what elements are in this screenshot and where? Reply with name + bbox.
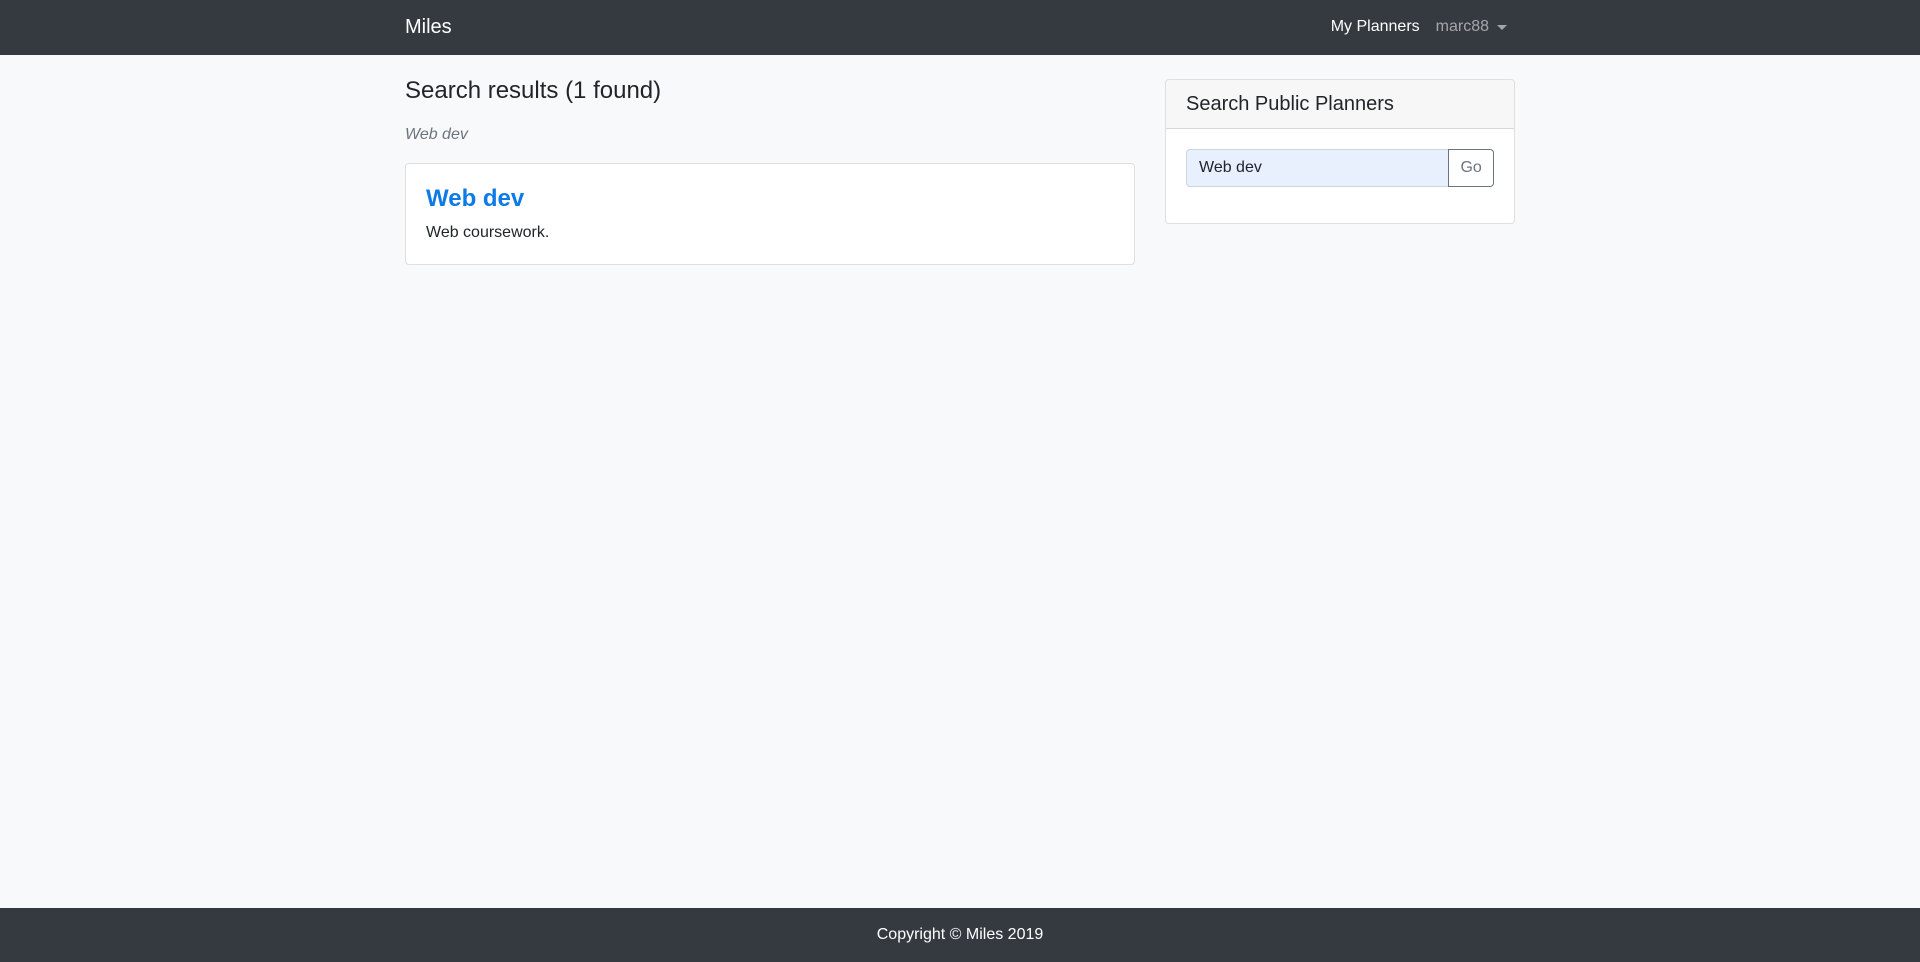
my-planners-link[interactable]: My Planners — [1331, 17, 1420, 37]
user-menu-toggle[interactable]: marc88 — [1436, 17, 1507, 37]
username-label: marc88 — [1435, 18, 1489, 35]
result-description: Web coursework. — [426, 224, 550, 241]
page-title: Search results (1 found) — [405, 77, 662, 104]
brand-link[interactable]: Miles — [405, 15, 452, 39]
search-input-group: Go — [1186, 149, 1494, 187]
search-card-header: Search Public Planners — [1166, 80, 1514, 129]
caret-down-icon — [1497, 24, 1507, 30]
result-card: Web dev Web coursework. — [405, 163, 1135, 265]
nav-right: My Planners marc88 — [1331, 17, 1507, 37]
copyright-text: Copyright © Miles 2019 — [876, 926, 1044, 943]
go-button[interactable]: Go — [1448, 149, 1494, 187]
search-input[interactable] — [1186, 149, 1449, 187]
footer: Copyright © Miles 2019 — [0, 908, 1920, 962]
search-planners-card: Search Public Planners Go — [1165, 79, 1515, 224]
result-title-link[interactable]: Web dev — [426, 184, 1114, 214]
search-card-body: Go — [1166, 129, 1514, 207]
search-query-text: Web dev — [405, 126, 468, 143]
navbar: Miles My Planners marc88 — [0, 0, 1920, 55]
